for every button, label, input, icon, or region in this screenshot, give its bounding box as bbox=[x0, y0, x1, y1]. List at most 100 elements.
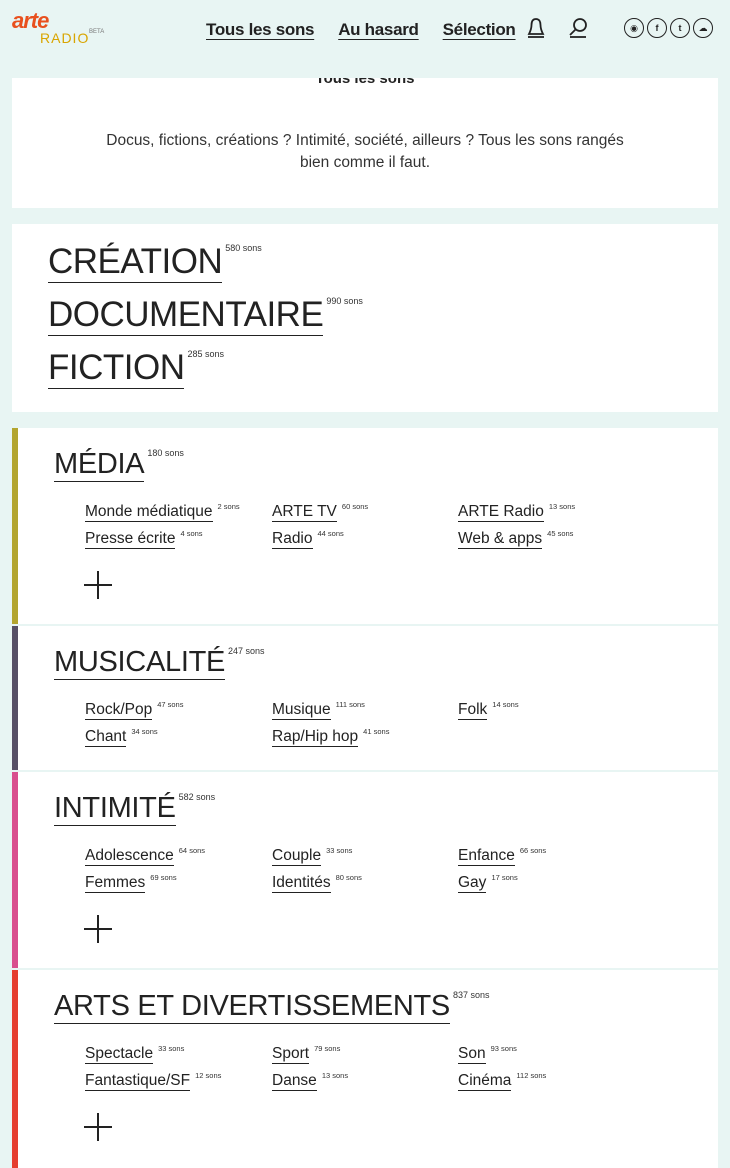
subtheme-item: Danse 13 sons bbox=[272, 1071, 348, 1091]
subtheme-item: Rock/Pop 47 sons bbox=[85, 700, 184, 720]
subtheme-item: ARTE Radio 13 sons bbox=[458, 502, 575, 522]
theme-color-bar bbox=[12, 428, 18, 624]
subtheme-count: 45 sons bbox=[547, 529, 574, 538]
subtheme-item: Musique 111 sons bbox=[272, 700, 365, 720]
subtheme-count: 41 sons bbox=[363, 727, 390, 736]
theme-arts-et-divertissements: ARTS ET DIVERTISSEMENTS 837 sons Spectac… bbox=[12, 970, 718, 1168]
user-icon[interactable] bbox=[525, 16, 547, 40]
theme-title-link[interactable]: MÉDIA bbox=[54, 448, 145, 482]
subtheme-item: Gay 17 sons bbox=[458, 873, 518, 893]
logo-arte: arte bbox=[12, 8, 49, 33]
subtheme-count: 33 sons bbox=[326, 846, 353, 855]
subtheme-link[interactable]: Web & apps bbox=[458, 530, 543, 549]
theme-count: 582 sons bbox=[178, 792, 216, 802]
logo-beta-badge: BETA bbox=[89, 29, 105, 35]
subtheme-link[interactable]: Sport bbox=[272, 1045, 310, 1064]
subtheme-link[interactable]: Spectacle bbox=[85, 1045, 154, 1064]
theme-color-bar bbox=[12, 772, 18, 968]
subtheme-count: 34 sons bbox=[131, 727, 158, 736]
subtheme-link[interactable]: Rock/Pop bbox=[85, 701, 153, 720]
theme-title-link[interactable]: MUSICALITÉ bbox=[54, 646, 225, 680]
facebook-icon[interactable]: f bbox=[647, 18, 667, 38]
subtheme-item: Couple 33 sons bbox=[272, 846, 353, 866]
subtheme-link[interactable]: Presse écrite bbox=[85, 530, 176, 549]
subtheme-item: Radio 44 sons bbox=[272, 529, 344, 549]
subtheme-link[interactable]: Enfance bbox=[458, 847, 515, 866]
subtheme-count: 64 sons bbox=[178, 846, 206, 855]
subtheme-link[interactable]: ARTE Radio bbox=[458, 503, 544, 522]
subtheme-item: Web & apps 45 sons bbox=[458, 529, 574, 549]
theme-musicalite: MUSICALITÉ 247 sons Rock/Pop 47 sons Musi… bbox=[12, 626, 718, 770]
subtheme-item: Spectacle 33 sons bbox=[85, 1044, 185, 1064]
subtheme-item: Adolescence 64 sons bbox=[85, 846, 206, 866]
subtheme-count: 69 sons bbox=[150, 873, 177, 882]
subtheme-count: 33 sons bbox=[158, 1044, 185, 1053]
subtheme-link[interactable]: Danse bbox=[272, 1072, 317, 1091]
main-nav: Tous les sons Au hasard Sélection bbox=[206, 20, 516, 40]
logo-radio: RADIO bbox=[40, 30, 90, 46]
twitter-icon[interactable]: t bbox=[670, 18, 690, 38]
social-links: ◉ f t ☁ bbox=[624, 18, 713, 38]
subtheme-item: Son 93 sons bbox=[458, 1044, 517, 1064]
subtheme-link[interactable]: Son bbox=[458, 1045, 486, 1064]
subtheme-link[interactable]: Gay bbox=[458, 874, 487, 893]
subtheme-link[interactable]: ARTE TV bbox=[272, 503, 337, 522]
subtheme-count: 60 sons bbox=[341, 502, 369, 511]
genre-fiction-link[interactable]: FICTION bbox=[48, 349, 185, 389]
subtheme-count: 79 sons bbox=[314, 1044, 341, 1053]
subtheme-item: Presse écrite 4 sons bbox=[85, 529, 203, 549]
expand-plus-icon[interactable] bbox=[84, 915, 112, 943]
subtheme-item: Identités 80 sons bbox=[272, 873, 362, 893]
theme-heading: INTIMITÉ 582 sons bbox=[54, 792, 215, 826]
genre-documentaire-link[interactable]: DOCUMENTAIRE bbox=[48, 296, 324, 336]
subtheme-link[interactable]: Rap/Hip hop bbox=[272, 728, 359, 747]
rss-icon[interactable]: ◉ bbox=[624, 18, 644, 38]
subtheme-link[interactable]: Adolescence bbox=[85, 847, 174, 866]
theme-media: MÉDIA 180 sons Monde médiatique 2 sons AR… bbox=[12, 428, 718, 624]
subtheme-link[interactable]: Monde médiatique bbox=[85, 503, 213, 522]
genre-count: 580 sons bbox=[225, 243, 262, 253]
subtheme-count: 66 sons bbox=[519, 846, 547, 855]
subtheme-count: 112 sons bbox=[516, 1071, 547, 1080]
subtheme-link[interactable]: Chant bbox=[85, 728, 127, 747]
genre-creation-link[interactable]: CRÉATION bbox=[48, 243, 223, 283]
subtheme-item: Sport 79 sons bbox=[272, 1044, 341, 1064]
nav-au-hasard[interactable]: Au hasard bbox=[338, 20, 419, 40]
genre-item: DOCUMENTAIRE 990 sons bbox=[48, 296, 363, 336]
subtheme-link[interactable]: Identités bbox=[272, 874, 331, 893]
subtheme-item: Femmes 69 sons bbox=[85, 873, 177, 893]
subtheme-link[interactable]: Folk bbox=[458, 701, 488, 720]
nav-tous-les-sons[interactable]: Tous les sons bbox=[206, 20, 315, 40]
theme-heading: ARTS ET DIVERTISSEMENTS 837 sons bbox=[54, 990, 490, 1024]
expand-plus-icon[interactable] bbox=[84, 571, 112, 599]
page-title: Tous les sons bbox=[315, 78, 415, 87]
subtheme-count: 44 sons bbox=[317, 529, 344, 538]
subtheme-count: 47 sons bbox=[157, 700, 184, 709]
subtheme-count: 2 sons bbox=[217, 502, 240, 511]
subtheme-item: ARTE TV 60 sons bbox=[272, 502, 369, 522]
search-icon[interactable] bbox=[567, 16, 589, 40]
subtheme-link[interactable]: Radio bbox=[272, 530, 313, 549]
subtheme-count: 12 sons bbox=[195, 1071, 222, 1080]
subtheme-link[interactable]: Cinéma bbox=[458, 1072, 512, 1091]
theme-title-link[interactable]: ARTS ET DIVERTISSEMENTS bbox=[54, 990, 450, 1024]
subtheme-count: 93 sons bbox=[490, 1044, 517, 1053]
theme-heading: MUSICALITÉ 247 sons bbox=[54, 646, 265, 680]
theme-count: 247 sons bbox=[228, 646, 265, 656]
subtheme-count: 80 sons bbox=[335, 873, 362, 882]
theme-color-bar bbox=[12, 970, 18, 1168]
subtheme-item: Fantastique/SF 12 sons bbox=[85, 1071, 222, 1091]
subtheme-count: 111 sons bbox=[335, 700, 365, 709]
soundcloud-icon[interactable]: ☁ bbox=[693, 18, 713, 38]
subtheme-link[interactable]: Femmes bbox=[85, 874, 146, 893]
arte-radio-logo[interactable]: arte RADIO BETA bbox=[12, 10, 107, 52]
theme-title-link[interactable]: INTIMITÉ bbox=[54, 792, 176, 826]
expand-plus-icon[interactable] bbox=[84, 1113, 112, 1141]
subtheme-link[interactable]: Musique bbox=[272, 701, 331, 720]
subtheme-link[interactable]: Fantastique/SF bbox=[85, 1072, 191, 1091]
subtheme-item: Cinéma 112 sons bbox=[458, 1071, 547, 1091]
subtheme-item: Folk 14 sons bbox=[458, 700, 519, 720]
subtheme-link[interactable]: Couple bbox=[272, 847, 322, 866]
nav-selection[interactable]: Sélection bbox=[443, 20, 516, 40]
site-header: arte RADIO BETA Tous les sons Au hasard … bbox=[0, 0, 730, 62]
